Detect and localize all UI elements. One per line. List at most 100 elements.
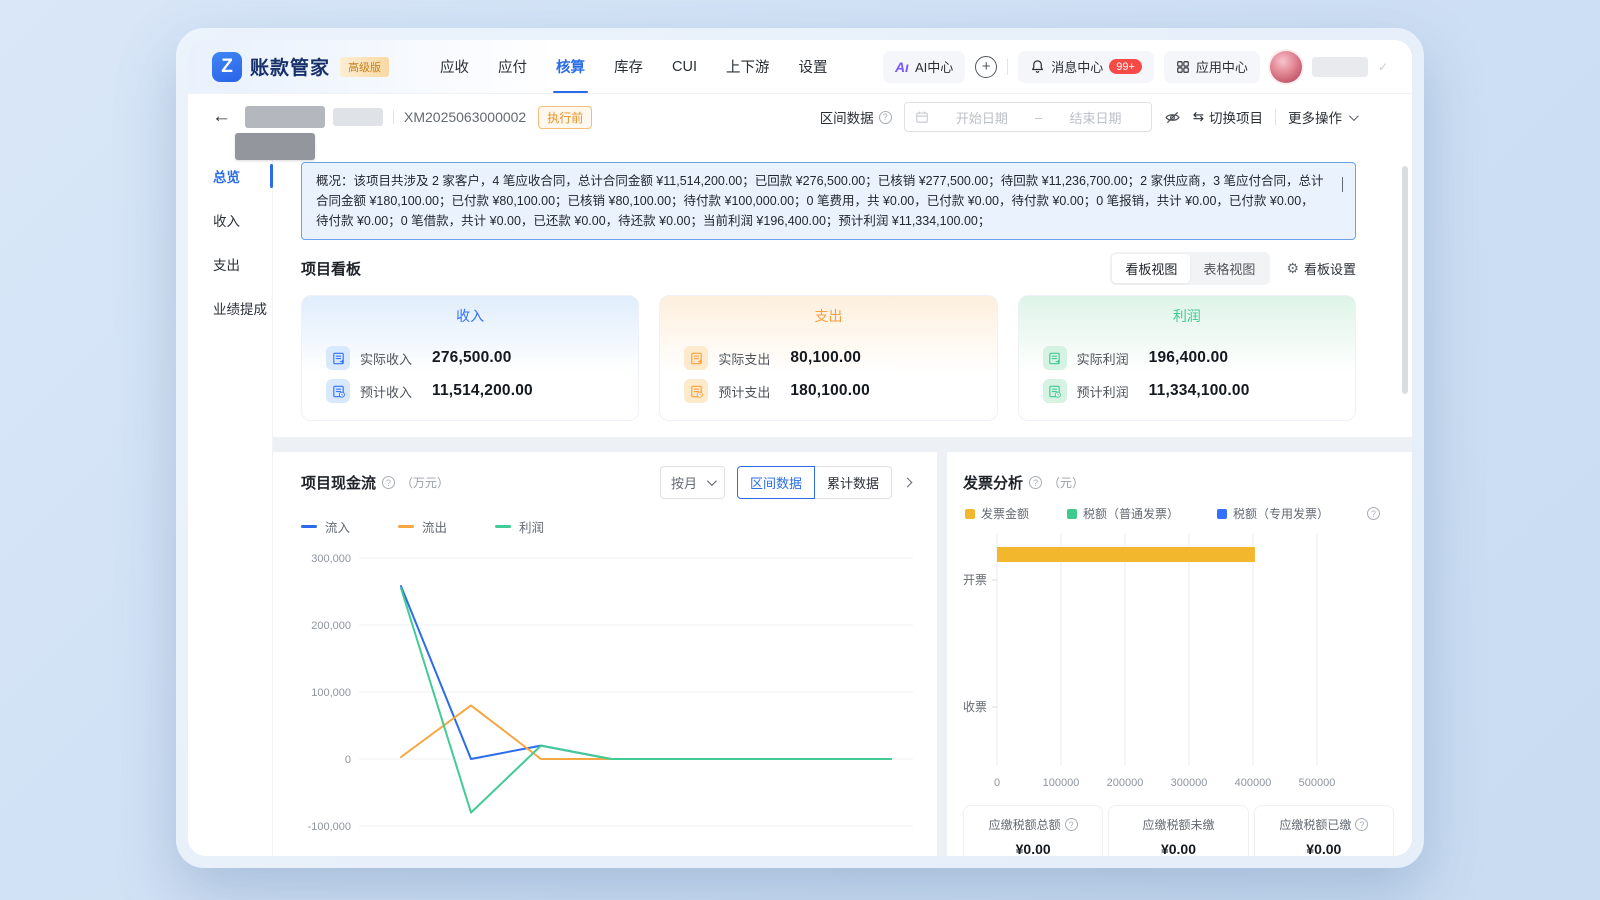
legend-label: 流入 [325,517,350,536]
legend-label: 税额（专用发票） [1233,505,1329,522]
nav-item-accounting[interactable]: 核算 [553,40,588,93]
help-icon[interactable]: ? [382,476,395,489]
message-count-badge: 99+ [1109,59,1142,74]
outflow-swatch [398,525,414,528]
scrollbar[interactable] [1402,166,1408,394]
nav-item-payable[interactable]: 应付 [495,40,530,93]
svg-text:0: 0 [994,777,1000,789]
board-controls: 看板视图 表格视图 ⚙ 看板设置 [1110,252,1356,285]
help-icon[interactable]: ? [1355,818,1368,831]
view-toggle: 看板视图 表格视图 [1110,252,1270,285]
message-center-button[interactable]: 消息中心 99+ [1018,51,1154,83]
navbar-right: Aı AI中心 + 消息中心 99+ [883,51,1388,83]
date-range-input[interactable]: 开始日期 – 结束日期 [904,102,1152,132]
board-header: 项目看板 看板视图 表格视图 ⚙ 看板设置 [301,253,1356,283]
nav-item-cui[interactable]: CUI [669,40,700,93]
board-settings-button[interactable]: ⚙ 看板设置 [1286,259,1356,278]
profit-card-title: 利润 [1043,306,1331,326]
expected-profit-row: 预计利润 11,334,100.00 [1043,379,1355,403]
eye-off-icon [1164,109,1181,126]
top-navbar: Z 账款管家 高级版 应收 应付 核算 库存 CUI 上下游 设置 Aı AI中… [188,40,1412,94]
sidebar-item-expense[interactable]: 支出 [188,242,272,286]
tax-paid-label: 应缴税额已缴? [1261,816,1387,833]
invoice-panel: 发票分析 ? （元） 发票金额 税额（普通发票） [947,452,1412,856]
row-label: 实际收入 [360,349,422,368]
app-center-button[interactable]: 应用中心 [1164,51,1260,83]
cashflow-controls: 按月 区间数据 累计数据 [660,466,911,499]
date-separator: – [1035,110,1042,125]
more-actions-button[interactable]: 更多操作 [1288,107,1356,127]
grid-icon [1176,60,1190,74]
app-title: 账款管家 [250,53,330,80]
tab-range-data[interactable]: 区间数据 [737,466,815,499]
document-arrow-icon [1043,346,1067,370]
legend-profit[interactable]: 利润 [495,517,544,536]
document-clock-icon [326,379,350,403]
row-label: 预计收入 [360,382,422,401]
document-clock-icon [1043,379,1067,403]
username-redacted [1312,57,1368,77]
board-settings-label: 看板设置 [1304,259,1356,278]
invoice-unit: （元） [1048,474,1084,491]
nav-item-settings[interactable]: 设置 [796,40,831,93]
sidebar-item-commission[interactable]: 业绩提成 [188,286,272,330]
divider [1275,109,1276,125]
help-icon[interactable]: ? [1029,476,1042,489]
nav-item-inventory[interactable]: 库存 [611,40,646,93]
tab-board-view[interactable]: 看板视图 [1112,254,1190,283]
kpi-cards: 收入 实际收入 276,500.00 [301,295,1356,421]
expected-expense-row: 预计支出 180,100.00 [684,379,996,403]
nav-item-upstream-downstream[interactable]: 上下游 [723,40,773,93]
switch-project-button[interactable]: ⇆ 切换项目 [1193,107,1263,127]
avatar[interactable] [1270,51,1302,83]
chevron-right-icon[interactable] [903,478,913,488]
tax-cards: 应缴税额总额? ¥0.00 应缴税额未缴 ¥0.00 [963,805,1394,856]
cashflow-line-chart[interactable]: 300,000200,000100,0000-100,000 [301,546,913,846]
back-icon[interactable]: ← [212,106,231,128]
invoice-header: 发票分析 ? （元） [963,472,1394,493]
tab-table-view[interactable]: 表格视图 [1190,254,1268,283]
period-select[interactable]: 按月 [660,466,725,499]
range-data-text: 区间数据 [820,107,874,127]
bell-icon [1030,59,1045,74]
help-icon[interactable]: ? [1065,818,1078,831]
chevron-down-icon [707,476,717,486]
project-subname-redacted [333,108,383,126]
help-icon[interactable]: ? [879,111,892,124]
range-data-label: 区间数据 ? [820,107,892,127]
ai-center-button[interactable]: Aı AI中心 [883,51,965,83]
svg-text:200000: 200000 [1107,777,1144,789]
tax-unpaid-label: 应缴税额未缴 [1115,816,1241,833]
legend-inflow[interactable]: 流入 [301,517,350,536]
nav-item-receivable[interactable]: 应收 [437,40,472,93]
calendar-icon [915,110,929,124]
tax-unpaid-card: 应缴税额未缴 ¥0.00 [1108,805,1248,856]
legend-tax-special[interactable]: 税额（专用发票） [1217,505,1329,522]
legend-outflow[interactable]: 流出 [398,517,447,536]
help-icon[interactable]: ? [1367,507,1380,520]
hide-amounts-button[interactable] [1164,109,1181,126]
sidebar-item-income[interactable]: 收入 [188,198,272,242]
row-value: 80,100.00 [790,349,861,367]
project-code: XM2025063000002 [404,109,526,125]
app-center-label: 应用中心 [1196,57,1248,76]
invoice-title: 发票分析 [963,472,1023,493]
main-area: 概况：该项目共涉及 2 家客户，4 笔应收合同，总计合同金额 ¥11,514,2… [273,140,1412,856]
legend-tax-ordinary[interactable]: 税额（普通发票） [1067,505,1179,522]
invoice-amount-swatch [965,509,975,519]
check-icon: ✓ [1378,60,1388,74]
legend-invoice-amount[interactable]: 发票金额 [965,505,1029,522]
collapse-icon[interactable] [1342,175,1343,195]
data-mode-toggle: 区间数据 累计数据 [737,466,892,499]
add-button[interactable]: + [975,56,997,78]
row-value: 180,100.00 [790,382,870,400]
svg-text:收票: 收票 [963,700,987,714]
end-date-placeholder: 结束日期 [1050,108,1140,127]
svg-text:0: 0 [345,754,351,766]
tax-total-card: 应缴税额总额? ¥0.00 [963,805,1103,856]
legend-label: 发票金额 [981,505,1029,522]
row-label: 实际支出 [718,349,780,368]
tab-cumulative-data[interactable]: 累计数据 [815,466,892,499]
invoice-bar-chart[interactable]: 0100000200000300000400000500000开票收票 [963,528,1373,796]
sidebar-item-overview[interactable]: 总览 [188,154,272,198]
